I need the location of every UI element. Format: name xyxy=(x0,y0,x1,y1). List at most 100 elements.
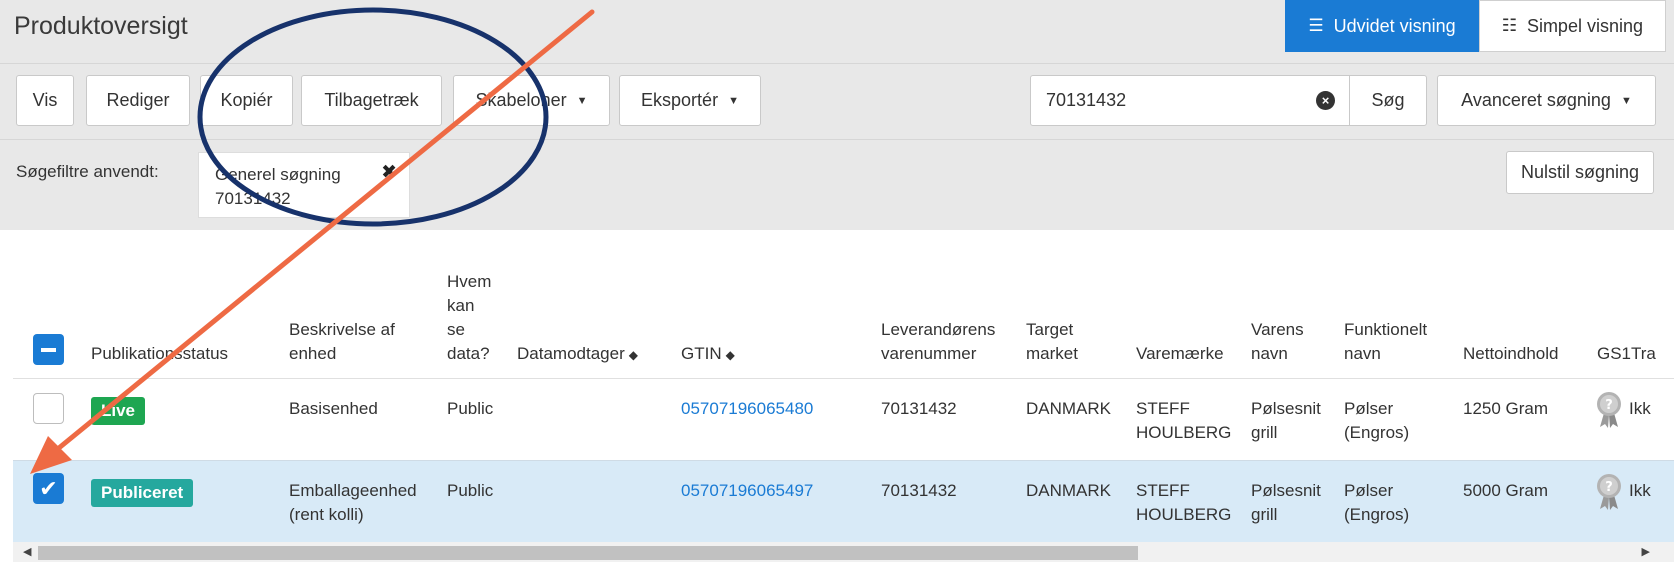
list-icon: ☰ xyxy=(1308,16,1324,35)
advanced-search-label: Avanceret søgning xyxy=(1461,90,1611,110)
export-dropdown[interactable]: Eksportér ▼ xyxy=(619,75,761,126)
header-name-line1: Varens xyxy=(1251,320,1304,339)
target-market-cell: DANMARK xyxy=(1026,481,1112,500)
withdraw-button[interactable]: Tilbagetræk xyxy=(301,75,442,126)
header-receiver-label: Datamodtager xyxy=(517,344,625,363)
header-who-can-see[interactable]: Hvem kan se data? xyxy=(447,270,491,366)
filter-chip-title: Generel søgning xyxy=(215,165,341,184)
header-who-line4: data? xyxy=(447,344,490,363)
copy-button[interactable]: Kopiér xyxy=(200,75,293,126)
header-target-market[interactable]: Target market xyxy=(1026,318,1078,366)
net-content-cell: 5000 Gram xyxy=(1463,481,1549,500)
header-supplier-line1: Leverandørens xyxy=(881,320,996,339)
remove-filter-icon[interactable]: ✖ xyxy=(381,161,397,185)
header-functional-line2: navn xyxy=(1344,344,1381,363)
functional-line2: (Engros) xyxy=(1344,423,1410,442)
advanced-search-dropdown[interactable]: Avanceret søgning ▼ xyxy=(1437,75,1656,126)
svg-text:?: ? xyxy=(1605,398,1613,413)
functional-name-cell: Pølser (Engros) xyxy=(1344,479,1409,527)
row-checkbox[interactable] xyxy=(33,393,64,424)
who-cell: Public xyxy=(447,399,494,418)
header-item-name[interactable]: Varens navn xyxy=(1251,318,1304,366)
caret-down-icon: ▼ xyxy=(728,94,739,107)
gs1-cell: Ikk xyxy=(1629,399,1651,418)
who-cell: Public xyxy=(447,481,494,500)
svg-text:?: ? xyxy=(1605,480,1613,495)
clear-search-icon[interactable]: × xyxy=(1316,91,1335,110)
item-name-line1: Pølsesnit xyxy=(1251,399,1321,418)
description-line2: (rent kolli) xyxy=(289,505,364,524)
scroll-left-icon[interactable]: ◀ xyxy=(23,545,31,558)
gtin-link[interactable]: 05707196065480 xyxy=(681,397,813,421)
brand-line2: HOULBERG xyxy=(1136,505,1232,524)
net-content-cell: 1250 Gram xyxy=(1463,399,1549,418)
header-who-line2: kan xyxy=(447,296,475,315)
supplier-number-cell: 70131432 xyxy=(881,399,957,418)
status-badge: Live xyxy=(91,397,146,425)
horizontal-scrollbar[interactable]: ◀ ▶ xyxy=(13,542,1674,562)
view-button[interactable]: Vis xyxy=(16,75,74,126)
view-toggle: ☰ Udvidet visning ☷ Simpel visning xyxy=(1285,0,1666,52)
brand-cell: STEFF HOULBERG xyxy=(1136,397,1231,445)
header-gs1[interactable]: GS1Tra xyxy=(1597,342,1656,366)
target-market-cell: DANMARK xyxy=(1026,399,1112,418)
item-name-cell: Pølsesnit grill xyxy=(1251,397,1321,445)
caret-down-icon: ▼ xyxy=(1620,94,1632,107)
expanded-view-button[interactable]: ☰ Udvidet visning xyxy=(1285,0,1479,52)
table-row[interactable]: Live Basisenhed Public 05707196065480 70… xyxy=(13,378,1674,460)
search-input[interactable]: 70131432 × xyxy=(1030,75,1350,126)
search-button[interactable]: Søg xyxy=(1349,75,1427,126)
supplier-number-cell: 70131432 xyxy=(881,481,957,500)
header-who-line1: Hvem xyxy=(447,272,492,291)
gtin-link[interactable]: 05707196065497 xyxy=(681,479,813,503)
description-line1: Basisenhed xyxy=(289,399,378,418)
description-cell: Basisenhed xyxy=(289,397,378,421)
product-table: Publikationsstatus Beskrivelse af enhed … xyxy=(0,230,1674,580)
header-description[interactable]: Beskrivelse af enhed xyxy=(289,318,395,366)
row-checkbox-checked[interactable]: ✔ xyxy=(33,473,64,504)
header-gtin-label: GTIN xyxy=(681,344,722,363)
expanded-view-label: Udvidet visning xyxy=(1333,15,1456,36)
templates-label: Skabeloner xyxy=(475,90,567,110)
export-label: Eksportér xyxy=(641,90,719,110)
medal-icon: ? xyxy=(1597,474,1621,510)
header-bar: Produktoversigt ☰ Udvidet visning ☷ Simp… xyxy=(0,0,1674,64)
medal-icon: ? xyxy=(1597,392,1621,428)
functional-line1: Pølser xyxy=(1344,481,1394,500)
page-title: Produktoversigt xyxy=(14,12,188,40)
item-name-line2: grill xyxy=(1251,505,1278,524)
filter-chip: Generel søgning 70131432 ✖ xyxy=(198,152,410,218)
item-name-line1: Pølsesnit xyxy=(1251,481,1321,500)
scrollbar-thumb[interactable] xyxy=(38,546,1138,560)
scroll-right-icon[interactable]: ▶ xyxy=(1642,545,1650,558)
toolbar: Vis Rediger Kopiér Tilbagetræk Skabelone… xyxy=(0,64,1674,140)
header-target-line2: market xyxy=(1026,344,1078,363)
header-supplier-number[interactable]: Leverandørens varenummer xyxy=(881,318,995,366)
sort-icon: ◆ xyxy=(725,348,735,362)
edit-button[interactable]: Rediger xyxy=(86,75,190,126)
select-all-checkbox[interactable] xyxy=(33,334,64,365)
table-row[interactable]: ✔ Publiceret Emballageenhed (rent kolli)… xyxy=(13,460,1674,542)
header-brand[interactable]: Varemærke xyxy=(1136,342,1224,366)
applied-filters-bar: Søgefiltre anvendt: Generel søgning 7013… xyxy=(0,140,1674,230)
compact-list-icon: ☷ xyxy=(1501,16,1517,35)
header-description-line2: enhed xyxy=(289,344,337,363)
header-functional-name[interactable]: Funktionelt navn xyxy=(1344,318,1427,366)
brand-line1: STEFF xyxy=(1136,481,1190,500)
gs1-cell: Ikk xyxy=(1629,481,1651,500)
simple-view-button[interactable]: ☷ Simpel visning xyxy=(1478,0,1666,52)
functional-line1: Pølser xyxy=(1344,399,1394,418)
brand-line2: HOULBERG xyxy=(1136,423,1232,442)
functional-name-cell: Pølser (Engros) xyxy=(1344,397,1409,445)
description-cell: Emballageenhed (rent kolli) xyxy=(289,479,417,527)
header-status[interactable]: Publikationsstatus xyxy=(91,342,228,366)
templates-dropdown[interactable]: Skabeloner ▼ xyxy=(453,75,610,126)
reset-search-button[interactable]: Nulstil søgning xyxy=(1505,151,1654,194)
header-gtin[interactable]: GTIN ◆ xyxy=(681,342,735,367)
description-line1: Emballageenhed xyxy=(289,481,417,500)
search-input-value: 70131432 xyxy=(1046,90,1127,110)
header-net-content[interactable]: Nettoindhold xyxy=(1463,342,1558,366)
functional-line2: (Engros) xyxy=(1344,505,1410,524)
header-receiver[interactable]: Datamodtager ◆ xyxy=(517,342,638,367)
simple-view-label: Simpel visning xyxy=(1526,15,1643,36)
